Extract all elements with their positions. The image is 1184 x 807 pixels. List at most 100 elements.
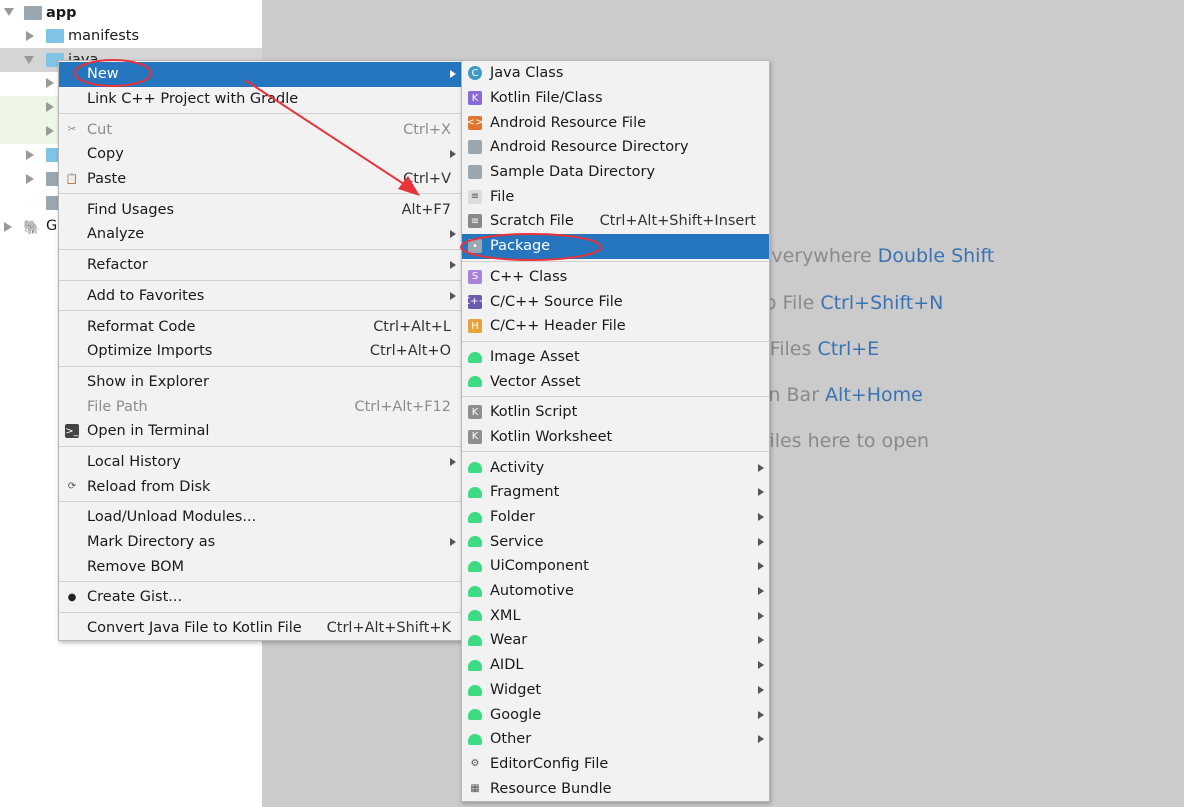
shortcut-label: Alt+F7 bbox=[401, 201, 451, 218]
menu-item-label: Show in Explorer bbox=[87, 373, 209, 390]
new-submenu-item-c-c-source-file[interactable]: C++ C/C++ Source File bbox=[462, 289, 769, 314]
expand-arrow-icon[interactable] bbox=[26, 31, 34, 41]
new-submenu: C Java Class K Kotlin File/Class <> Android R… bbox=[461, 60, 770, 802]
new-submenu-item-automotive[interactable]: Automotive bbox=[462, 579, 769, 604]
new-submenu-item-wear[interactable]: Wear bbox=[462, 628, 769, 653]
context-menu-item-cut[interactable]: ✂ Cut Ctrl+X bbox=[59, 117, 461, 142]
folder-icon bbox=[468, 140, 482, 155]
new-submenu-item-android-resource-directory[interactable]: Android Resource Directory bbox=[462, 135, 769, 160]
context-menu-item-copy[interactable]: Copy bbox=[59, 142, 461, 167]
expand-arrow-icon[interactable] bbox=[46, 102, 54, 112]
context-menu-item-reformat-code[interactable]: Reformat Code Ctrl+Alt+L bbox=[59, 314, 461, 339]
scratch-file-icon: ≡ bbox=[468, 214, 482, 229]
context-menu-item-convert-java-file-to-kotlin-file[interactable]: Convert Java File to Kotlin File Ctrl+Alt… bbox=[59, 616, 461, 641]
gradle-elephant-icon: 🐘 bbox=[23, 220, 41, 236]
java-class-icon: C bbox=[468, 66, 482, 81]
shortcut-label: Ctrl+Alt+Shift+Insert bbox=[599, 213, 756, 230]
new-submenu-item-file[interactable]: ≡ File bbox=[462, 184, 769, 209]
new-submenu-item-c-class[interactable]: S C++ Class bbox=[462, 265, 769, 290]
android-icon bbox=[468, 610, 482, 622]
new-submenu-item-c-c-header-file[interactable]: H C/C++ Header File bbox=[462, 314, 769, 339]
new-submenu-item-service[interactable]: Service bbox=[462, 529, 769, 554]
new-submenu-item-editorconfig-file[interactable]: ⚙ EditorConfig File bbox=[462, 752, 769, 777]
submenu-arrow-icon bbox=[758, 611, 764, 620]
submenu-arrow-icon bbox=[758, 587, 764, 596]
menu-item-label: Remove BOM bbox=[87, 558, 185, 575]
new-submenu-item-xml[interactable]: XML bbox=[462, 603, 769, 628]
new-submenu-item-scratch-file[interactable]: ≡ Scratch File Ctrl+Alt+Shift+Insert bbox=[462, 209, 769, 234]
android-icon bbox=[468, 511, 482, 523]
collapse-arrow-icon[interactable] bbox=[24, 56, 34, 64]
new-submenu-item-widget[interactable]: Widget bbox=[462, 678, 769, 703]
expand-arrow-icon[interactable] bbox=[46, 78, 54, 88]
new-submenu-item-fragment[interactable]: Fragment bbox=[462, 480, 769, 505]
new-submenu-item-resource-bundle[interactable]: ▦ Resource Bundle bbox=[462, 776, 769, 801]
menu-item-label: XML bbox=[490, 607, 521, 624]
tree-item-app[interactable]: app bbox=[46, 1, 77, 25]
android-icon bbox=[468, 561, 482, 573]
context-menu-item-mark-directory-as[interactable]: Mark Directory as bbox=[59, 530, 461, 555]
new-submenu-item-other[interactable]: Other bbox=[462, 727, 769, 752]
submenu-arrow-icon bbox=[758, 488, 764, 497]
context-menu-item-add-to-favorites[interactable]: Add to Favorites bbox=[59, 284, 461, 309]
new-submenu-item-aidl[interactable]: AIDL bbox=[462, 653, 769, 678]
tree-item-manifests[interactable]: manifests bbox=[68, 24, 139, 48]
new-submenu-item-kotlin-script[interactable]: K Kotlin Script bbox=[462, 400, 769, 425]
menu-item-label: Java Class bbox=[490, 65, 564, 82]
new-submenu-item-google[interactable]: Google bbox=[462, 702, 769, 727]
submenu-arrow-icon bbox=[450, 538, 456, 547]
menu-item-label: C/C++ Source File bbox=[490, 293, 623, 310]
folder-icon bbox=[468, 165, 482, 180]
menu-item-label: Paste bbox=[87, 171, 127, 188]
submenu-arrow-icon bbox=[758, 710, 764, 719]
new-submenu-item-java-class[interactable]: C Java Class bbox=[462, 61, 769, 86]
expand-arrow-icon[interactable] bbox=[46, 126, 54, 136]
context-menu-item-analyze[interactable]: Analyze bbox=[59, 222, 461, 247]
cpp-header-icon: H bbox=[468, 319, 482, 334]
module-folder-icon bbox=[24, 6, 42, 20]
context-menu-item-new[interactable]: New bbox=[59, 62, 461, 87]
expand-arrow-icon[interactable] bbox=[26, 150, 34, 160]
new-submenu-item-kotlin-file-class[interactable]: K Kotlin File/Class bbox=[462, 86, 769, 111]
context-menu-item-reload-from-disk[interactable]: ⟳ Reload from Disk bbox=[59, 474, 461, 499]
context-menu-item-load-unload-modules[interactable]: Load/Unload Modules... bbox=[59, 505, 461, 530]
context-menu-item-show-in-explorer[interactable]: Show in Explorer bbox=[59, 370, 461, 395]
context-menu-item-local-history[interactable]: Local History bbox=[59, 450, 461, 475]
new-submenu-item-uicomponent[interactable]: UiComponent bbox=[462, 554, 769, 579]
resource-file-icon: <> bbox=[466, 115, 484, 130]
context-menu-item-create-gist[interactable]: ● Create Gist... bbox=[59, 585, 461, 610]
new-submenu-item-vector-asset[interactable]: Vector Asset bbox=[462, 369, 769, 394]
context-menu-item-find-usages[interactable]: Find Usages Alt+F7 bbox=[59, 197, 461, 222]
new-submenu-item-folder[interactable]: Folder bbox=[462, 505, 769, 530]
context-menu-item-remove-bom[interactable]: Remove BOM bbox=[59, 554, 461, 579]
new-submenu-item-sample-data-directory[interactable]: Sample Data Directory bbox=[462, 160, 769, 185]
menu-item-label: File bbox=[490, 188, 515, 205]
clipboard-icon: 📋 bbox=[65, 173, 79, 185]
new-submenu-item-activity[interactable]: Activity bbox=[462, 455, 769, 480]
shortcut-label: Ctrl+Alt+F12 bbox=[354, 398, 451, 415]
menu-item-label: Refactor bbox=[87, 257, 148, 274]
github-icon: ● bbox=[67, 591, 77, 603]
collapse-arrow-icon[interactable] bbox=[4, 8, 14, 16]
expand-arrow-icon[interactable] bbox=[26, 174, 34, 184]
new-submenu-item-package[interactable]: • Package bbox=[462, 233, 769, 259]
new-submenu-item-image-asset[interactable]: Image Asset bbox=[462, 345, 769, 370]
submenu-arrow-icon bbox=[450, 291, 456, 300]
menu-item-label: Kotlin Script bbox=[490, 404, 578, 421]
context-menu-item-file-path[interactable]: File Path Ctrl+Alt+F12 bbox=[59, 394, 461, 419]
context-menu-item-link-c-project-with-gradle[interactable]: Link C++ Project with Gradle bbox=[59, 87, 461, 112]
context-menu-item-open-in-terminal[interactable]: >_ Open in Terminal bbox=[59, 419, 461, 444]
expand-arrow-icon[interactable] bbox=[4, 222, 12, 232]
context-menu-item-paste[interactable]: 📋 Paste Ctrl+V bbox=[59, 167, 461, 192]
menu-item-label: Other bbox=[490, 731, 532, 748]
new-submenu-item-android-resource-file[interactable]: <> Android Resource File bbox=[462, 110, 769, 135]
menu-item-label: Google bbox=[490, 706, 542, 723]
shortcut-label: Ctrl+V bbox=[403, 171, 451, 188]
context-menu-item-optimize-imports[interactable]: Optimize Imports Ctrl+Alt+O bbox=[59, 339, 461, 364]
cpp-class-icon: S bbox=[468, 269, 482, 284]
context-menu-item-refactor[interactable]: Refactor bbox=[59, 253, 461, 278]
menu-item-label: Kotlin File/Class bbox=[490, 90, 603, 107]
kotlin-script-icon: K bbox=[468, 405, 482, 420]
menu-item-label: Copy bbox=[87, 146, 124, 163]
new-submenu-item-kotlin-worksheet[interactable]: K Kotlin Worksheet bbox=[462, 425, 769, 450]
